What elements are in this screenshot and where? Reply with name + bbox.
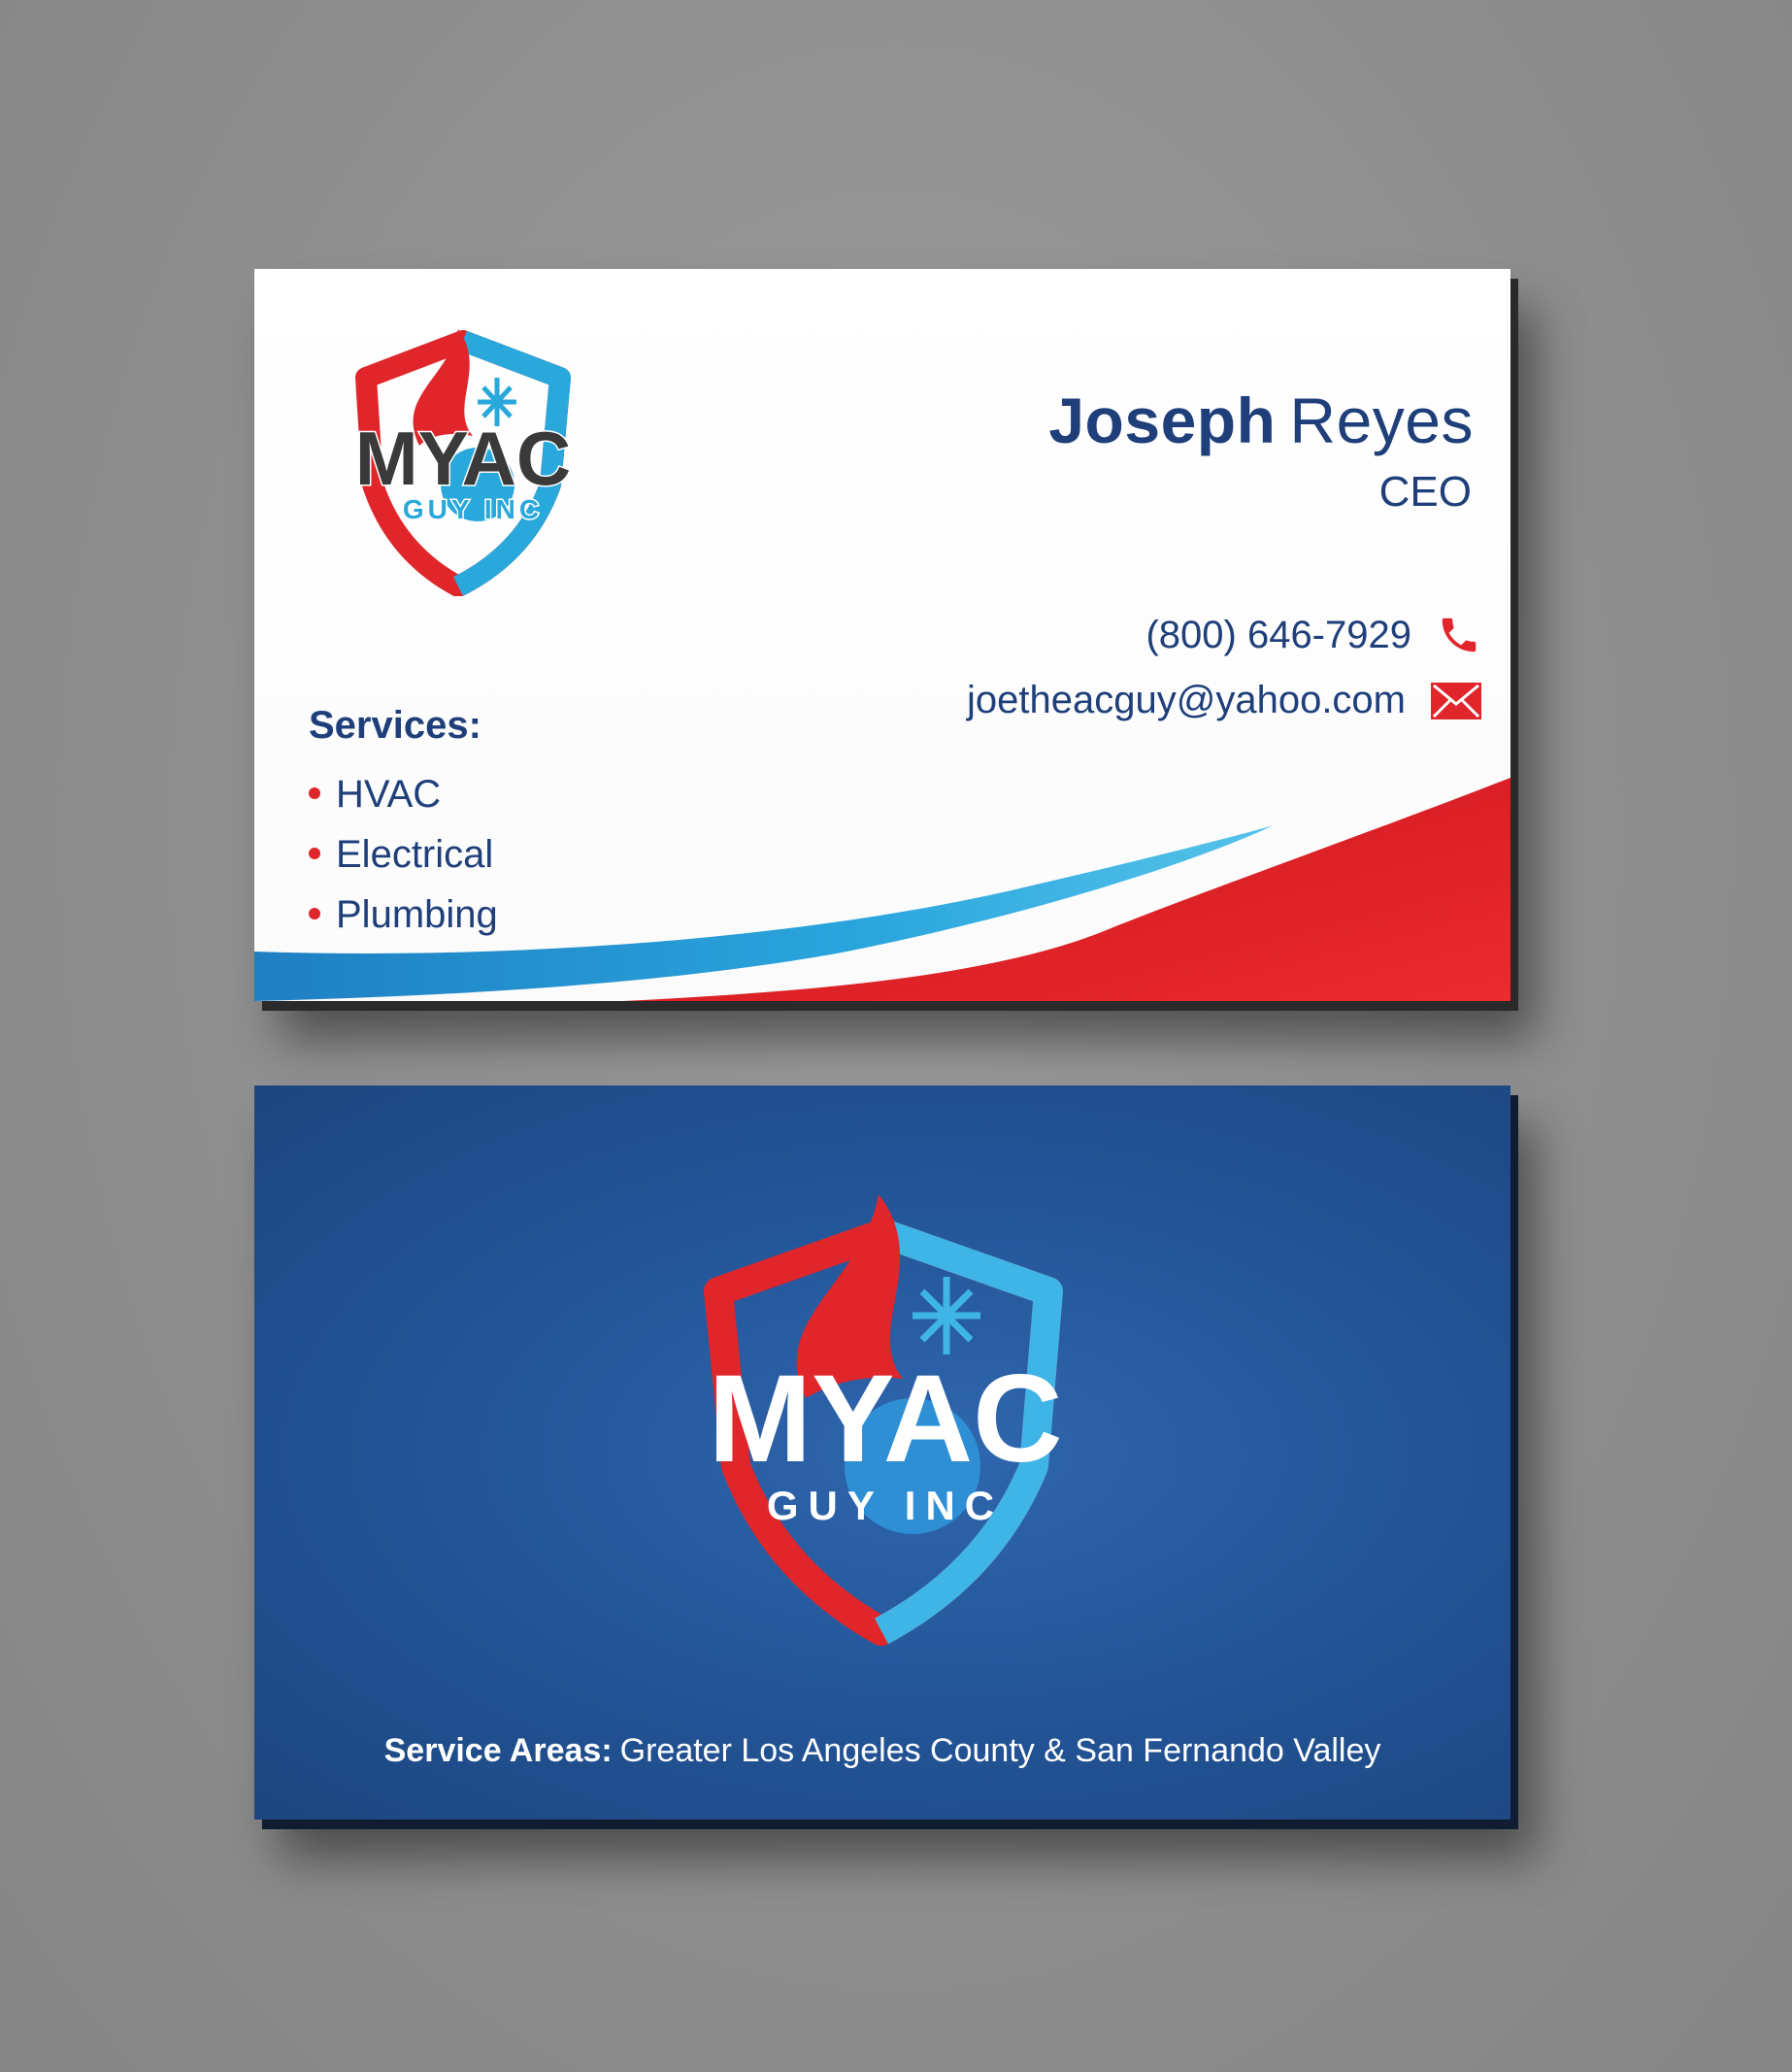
services-heading: Services: bbox=[309, 704, 481, 747]
business-card-front: MYAC GUY INC Joseph Reyes CEO (800) 646-7… bbox=[254, 269, 1510, 1001]
service-label: Electrical bbox=[336, 833, 494, 876]
job-title: CEO bbox=[1378, 468, 1472, 516]
bullet-dot bbox=[309, 908, 320, 920]
service-areas-label: Service Areas: bbox=[383, 1732, 613, 1769]
email-row: joetheacguy@yahoo.com bbox=[967, 679, 1481, 722]
services-list: HVAC Electrical Plumbing bbox=[309, 764, 498, 945]
envelope-icon bbox=[1431, 682, 1481, 719]
person-name: Joseph Reyes bbox=[1048, 384, 1474, 457]
phone-row: (800) 646-7929 bbox=[1145, 613, 1481, 657]
first-name: Joseph bbox=[1048, 384, 1277, 456]
company-logo: MYAC GUY INC bbox=[353, 329, 573, 596]
phone-icon bbox=[1437, 613, 1481, 657]
bullet-dot bbox=[309, 848, 320, 860]
logo-subwordmark: GUY INC bbox=[403, 494, 543, 524]
logo-subwordmark: GUY INC bbox=[767, 1483, 1004, 1528]
logo-wordmark: MYAC bbox=[355, 416, 572, 501]
service-item: Plumbing bbox=[309, 885, 498, 945]
last-name: Reyes bbox=[1289, 384, 1474, 456]
company-logo-large: MYAC GUY INC bbox=[704, 1194, 1063, 1646]
service-label: Plumbing bbox=[336, 893, 498, 936]
service-areas-value: Greater Los Angeles County & San Fernand… bbox=[619, 1732, 1381, 1769]
business-card-back: MYAC GUY INC Service Areas: Greater Los A… bbox=[254, 1086, 1510, 1820]
page: { "card_front": { "logo": { "word1": "MY… bbox=[0, 0, 1792, 2072]
service-item: HVAC bbox=[309, 764, 498, 824]
email-address: joetheacguy@yahoo.com bbox=[967, 679, 1406, 721]
bullet-dot bbox=[309, 787, 320, 800]
service-label: HVAC bbox=[336, 773, 442, 816]
service-item: Electrical bbox=[309, 824, 498, 885]
service-areas-line: Service Areas: Greater Los Angeles County… bbox=[254, 1732, 1510, 1770]
phone-number: (800) 646-7929 bbox=[1145, 613, 1411, 656]
logo-wordmark: MYAC bbox=[708, 1350, 1062, 1488]
